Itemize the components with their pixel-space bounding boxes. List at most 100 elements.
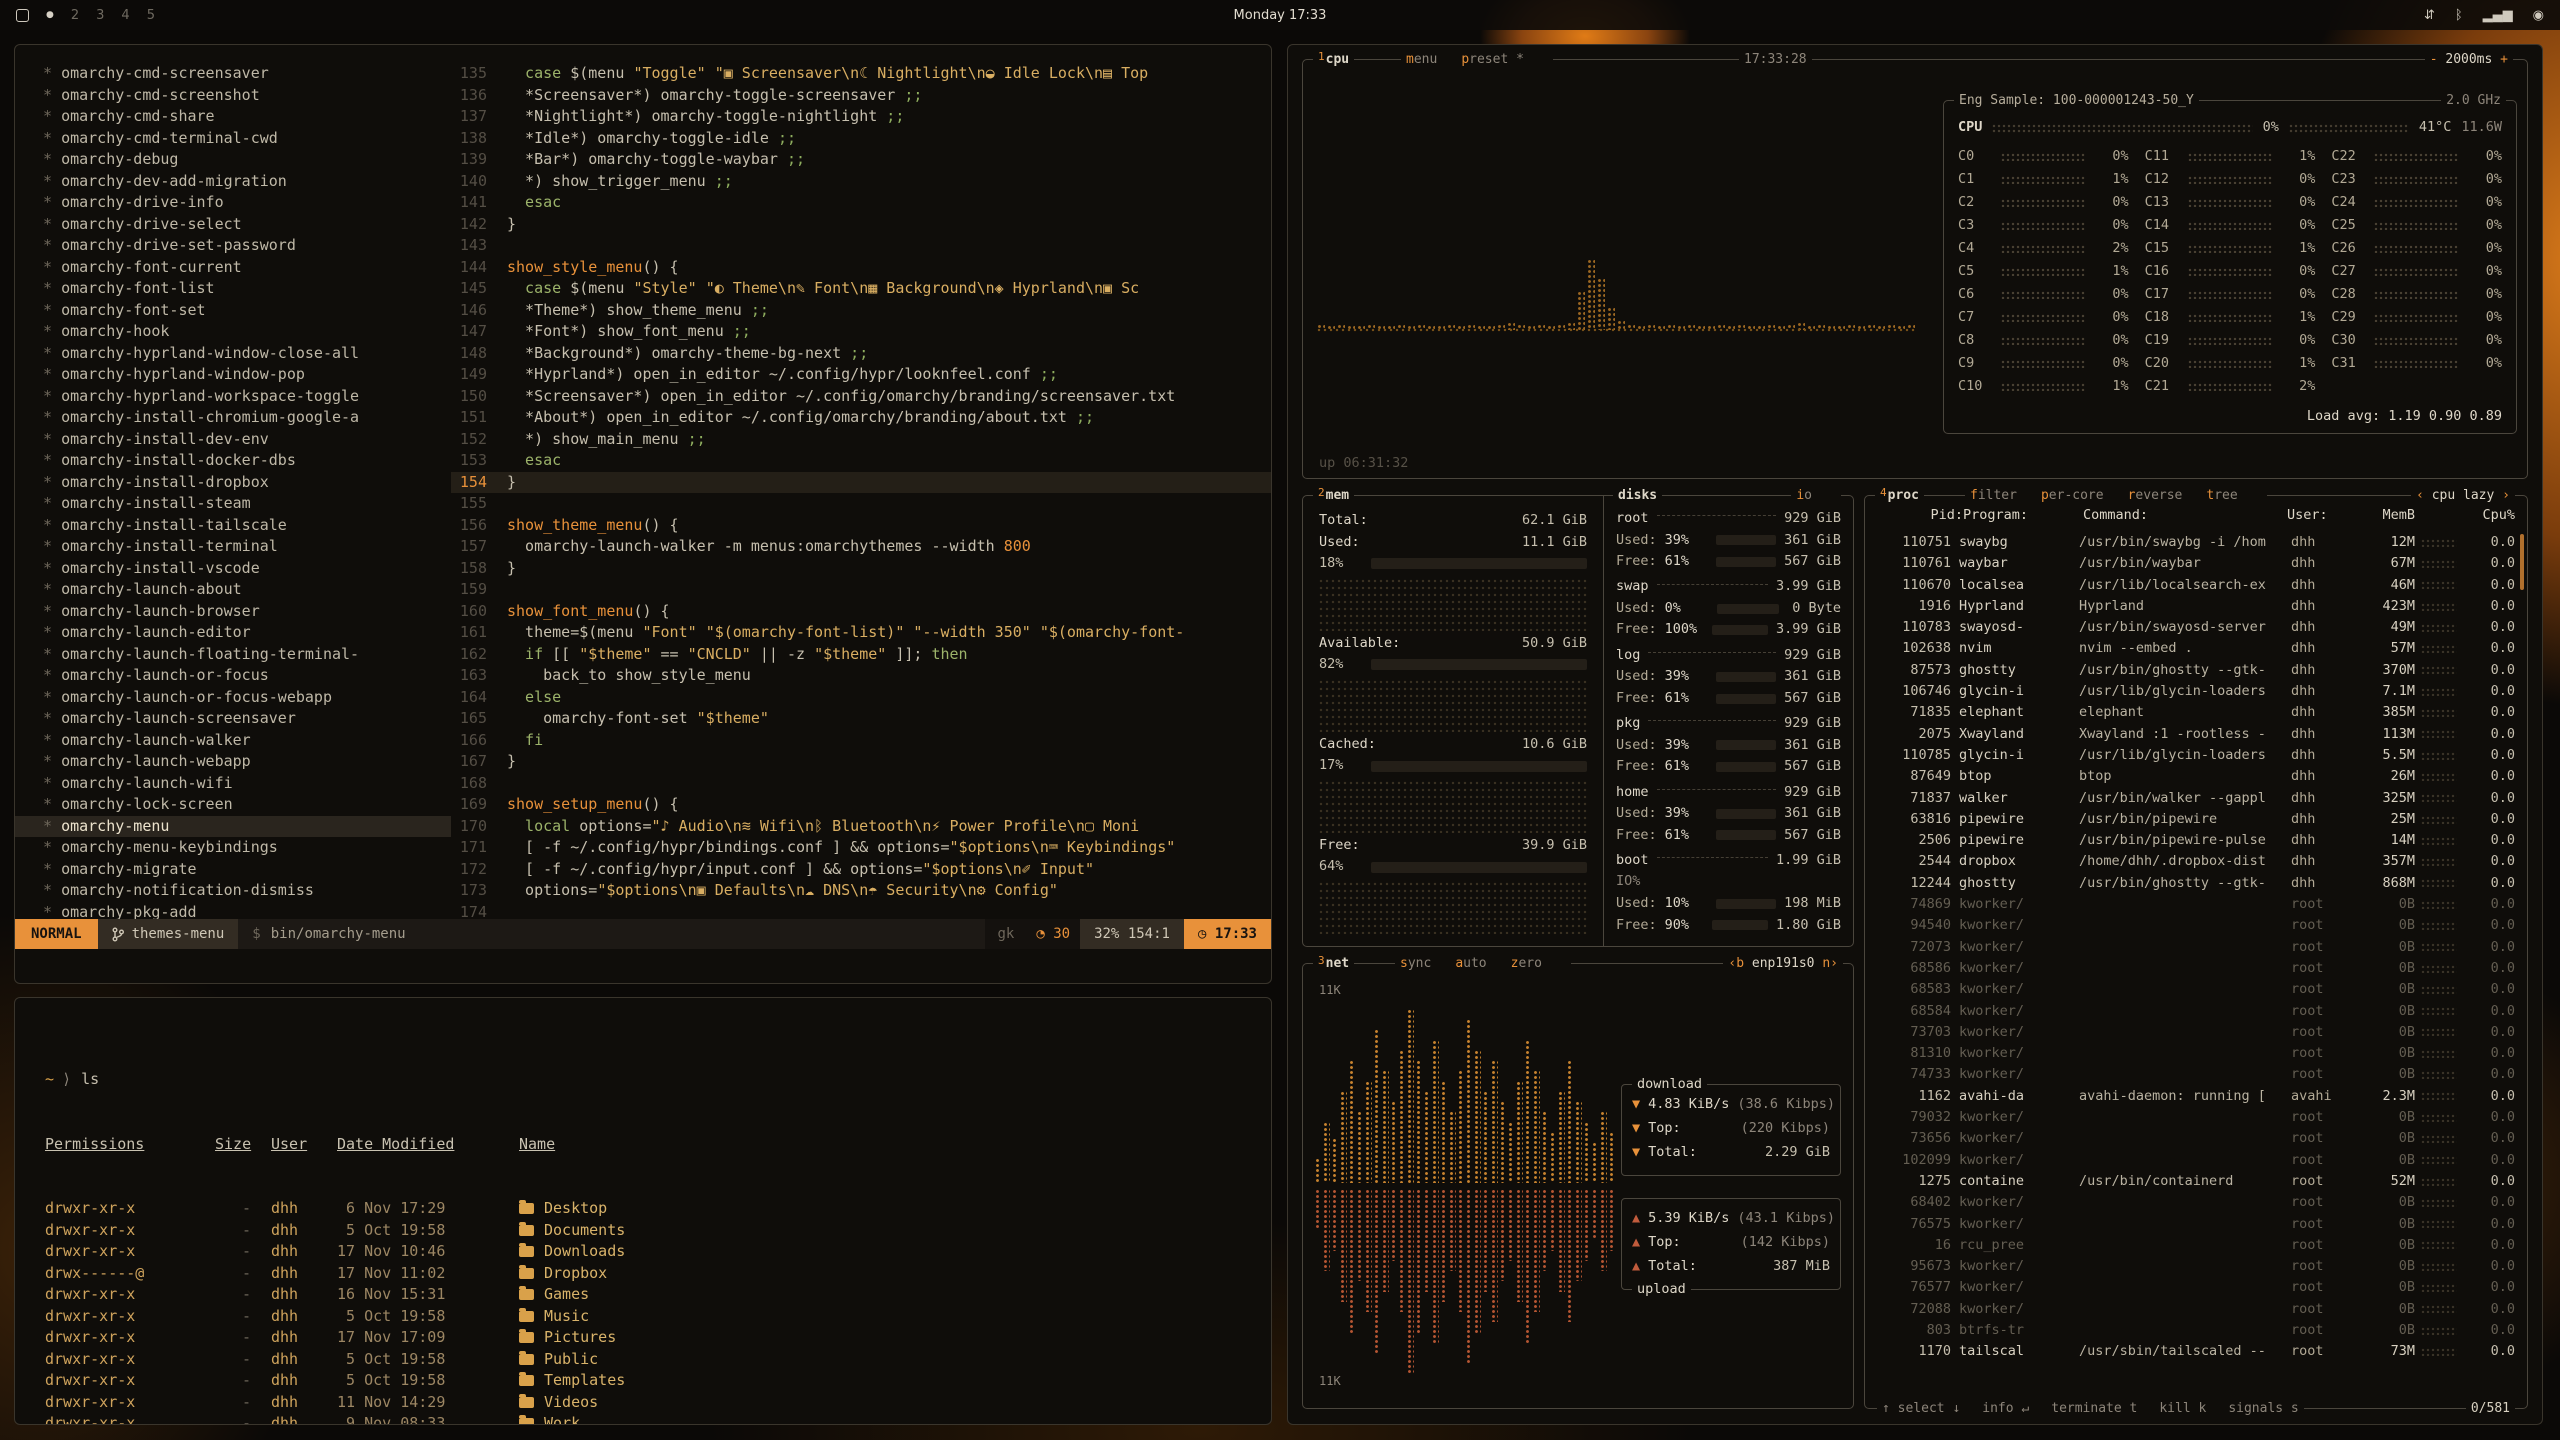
ls-name[interactable]: Dropbox [519, 1263, 1241, 1285]
bluetooth-icon[interactable]: ᛒ [2455, 8, 2463, 23]
file-list-item[interactable]: * omarchy-cmd-share [15, 106, 451, 128]
ls-name[interactable]: Pictures [519, 1327, 1241, 1349]
power-icon[interactable]: ◉ [2533, 8, 2544, 23]
process-row[interactable]: 110783swayosd-/usr/bin/swayosd-serverdhh… [1873, 617, 2519, 638]
file-list-item[interactable]: * omarchy-font-list [15, 278, 451, 300]
code-line[interactable]: 154} [451, 472, 1271, 494]
workspace-active-icon[interactable]: ● [46, 11, 54, 20]
code-line[interactable]: 167} [451, 751, 1271, 773]
code-line[interactable]: 161 theme=$(menu "Font" "$(omarchy-font-… [451, 622, 1271, 644]
process-row[interactable]: 72073kworker/root0B0.0 [1873, 937, 2519, 958]
window-btop[interactable]: 1cpu menupreset * 17:33:28 - 2000ms + up… [1287, 44, 2543, 1425]
code-line[interactable]: 141 esac [451, 192, 1271, 214]
footer-key[interactable]: kill k [2159, 1398, 2206, 1419]
file-list-item[interactable]: * omarchy-hyprland-window-close-all [15, 343, 451, 365]
code-line[interactable]: 149 *Hyprland*) open_in_editor ~/.config… [451, 364, 1271, 386]
panel-option-per-core[interactable]: per-core [2041, 488, 2104, 503]
process-row[interactable]: 94540kworker/root0B0.0 [1873, 915, 2519, 936]
process-row[interactable]: 68584kworker/root0B0.0 [1873, 1001, 2519, 1022]
column-user[interactable]: User: [2287, 505, 2353, 526]
code-line[interactable]: 139 *Bar*) omarchy-toggle-waybar ;; [451, 149, 1271, 171]
file-list-item[interactable]: * omarchy-install-vscode [15, 558, 451, 580]
process-row[interactable]: 102638nvimnvim --embed .dhh57M0.0 [1873, 638, 2519, 659]
process-row[interactable]: 12244ghostty/usr/bin/ghostty --gtk-dhh86… [1873, 873, 2519, 894]
file-list-item[interactable]: * omarchy-font-set [15, 300, 451, 322]
process-row[interactable]: 74869kworker/root0B0.0 [1873, 894, 2519, 915]
file-list-item[interactable]: * omarchy-launch-browser [15, 601, 451, 623]
cpu-panel-title[interactable]: 1cpu [1313, 49, 1354, 70]
code-line[interactable]: 151 *About*) open_in_editor ~/.config/om… [451, 407, 1271, 429]
network-arrows-icon[interactable]: ⇵ [2424, 8, 2435, 23]
workspace-item[interactable]: 4 [121, 8, 129, 23]
file-list-item[interactable]: * omarchy-launch-webapp [15, 751, 451, 773]
code-line[interactable]: 156show_theme_menu() { [451, 515, 1271, 537]
clock[interactable]: Monday 17:33 [1234, 8, 1327, 23]
panel-option-menu[interactable]: menu [1406, 52, 1437, 67]
code-line[interactable]: 138 *Idle*) omarchy-toggle-idle ;; [451, 128, 1271, 150]
code-line[interactable]: 166 fi [451, 730, 1271, 752]
panel-option-filter[interactable]: filter [1970, 488, 2017, 503]
file-list-item[interactable]: * omarchy-lock-screen [15, 794, 451, 816]
panel-option-zero[interactable]: zero [1511, 956, 1542, 971]
file-list-item[interactable]: * omarchy-hyprland-window-pop [15, 364, 451, 386]
process-row[interactable]: 74733kworker/root0B0.0 [1873, 1064, 2519, 1085]
process-row[interactable]: 73703kworker/root0B0.0 [1873, 1022, 2519, 1043]
ls-name[interactable]: Games [519, 1284, 1241, 1306]
file-list-item[interactable]: * omarchy-install-chromium-google-a [15, 407, 451, 429]
column-command[interactable]: Command: [2083, 505, 2287, 526]
process-row[interactable]: 1916HyprlandHyprlanddhh423M0.0 [1873, 596, 2519, 617]
file-list-item[interactable]: * omarchy-launch-screensaver [15, 708, 451, 730]
process-row[interactable]: 110761waybar/usr/bin/waybardhh67M0.0 [1873, 553, 2519, 574]
code-line[interactable]: 150 *Screensaver*) open_in_editor ~/.con… [451, 386, 1271, 408]
code-line[interactable]: 160show_font_menu() { [451, 601, 1271, 623]
file-list-item[interactable]: * omarchy-install-dropbox [15, 472, 451, 494]
command-line[interactable] [15, 949, 1271, 983]
process-row[interactable]: 68586kworker/root0B0.0 [1873, 958, 2519, 979]
process-row[interactable]: 72088kworker/root0B0.0 [1873, 1299, 2519, 1320]
file-list-item[interactable]: * omarchy-hook [15, 321, 451, 343]
process-row[interactable]: 2506pipewire/usr/bin/pipewire-pulsedhh14… [1873, 830, 2519, 851]
footer-key[interactable]: terminate t [2051, 1398, 2137, 1419]
ls-name[interactable]: Desktop [519, 1198, 1241, 1220]
file-list-item[interactable]: * omarchy-launch-walker [15, 730, 451, 752]
footer-key[interactable]: ↑ select ↓ [1882, 1398, 1960, 1419]
process-row[interactable]: 102099kworker/root0B0.0 [1873, 1150, 2519, 1171]
process-row[interactable]: 87573ghostty/usr/bin/ghostty --gtk-dhh37… [1873, 660, 2519, 681]
ls-name[interactable]: Public [519, 1349, 1241, 1371]
column-memb[interactable]: MemB [2353, 505, 2415, 526]
panel-option-tree[interactable]: tree [2206, 488, 2237, 503]
file-list-item[interactable]: * omarchy-install-dev-env [15, 429, 451, 451]
ls-name[interactable]: Documents [519, 1220, 1241, 1242]
workspace-item[interactable]: 5 [147, 8, 155, 23]
file-list-item[interactable]: * omarchy-launch-or-focus [15, 665, 451, 687]
code-line[interactable]: 145 case $(menu "Style" "◐ Theme\n✎ Font… [451, 278, 1271, 300]
code-line[interactable]: 135 case $(menu "Toggle" "▣ Screensaver\… [451, 63, 1271, 85]
code-line[interactable]: 153 esac [451, 450, 1271, 472]
code-line[interactable]: 159 [451, 579, 1271, 601]
code-line[interactable]: 147 *Font*) show_font_menu ;; [451, 321, 1271, 343]
panel-option-reverse[interactable]: reverse [2128, 488, 2183, 503]
panel-option-sync[interactable]: sync [1400, 956, 1431, 971]
process-row[interactable]: 81310kworker/root0B0.0 [1873, 1043, 2519, 1064]
workspace-item[interactable]: 3 [96, 8, 104, 23]
process-row[interactable]: 1275containe/usr/bin/containerdroot52M0.… [1873, 1171, 2519, 1192]
code-line[interactable]: 137 *Nightlight*) omarchy-toggle-nightli… [451, 106, 1271, 128]
code-line[interactable]: 140 *) show_trigger_menu ;; [451, 171, 1271, 193]
code-line[interactable]: 143 [451, 235, 1271, 257]
ls-name[interactable]: Downloads [519, 1241, 1241, 1263]
footer-key[interactable]: info ↵ [1982, 1398, 2029, 1419]
code-line[interactable]: 155 [451, 493, 1271, 515]
footer-key[interactable]: signals s [2228, 1398, 2298, 1419]
omarchy-logo-icon[interactable] [16, 9, 29, 22]
process-row[interactable]: 71835elephantelephantdhh385M0.0 [1873, 702, 2519, 723]
process-row[interactable]: 2075XwaylandXwayland :1 -rootless -dhh11… [1873, 724, 2519, 745]
code-line[interactable]: 136 *Screensaver*) omarchy-toggle-screen… [451, 85, 1271, 107]
panel-option-preset[interactable]: preset * [1461, 52, 1524, 67]
file-list-item[interactable]: * omarchy-install-tailscale [15, 515, 451, 537]
file-list-item[interactable]: * omarchy-menu [15, 816, 451, 838]
file-list-item[interactable]: * omarchy-launch-or-focus-webapp [15, 687, 451, 709]
process-panel-title[interactable]: 4proc [1875, 485, 1924, 506]
file-list-item[interactable]: * omarchy-launch-floating-terminal- [15, 644, 451, 666]
code-line[interactable]: 152 *) show_main_menu ;; [451, 429, 1271, 451]
process-row[interactable]: 1162avahi-daavahi-daemon: running [avahi… [1873, 1086, 2519, 1107]
